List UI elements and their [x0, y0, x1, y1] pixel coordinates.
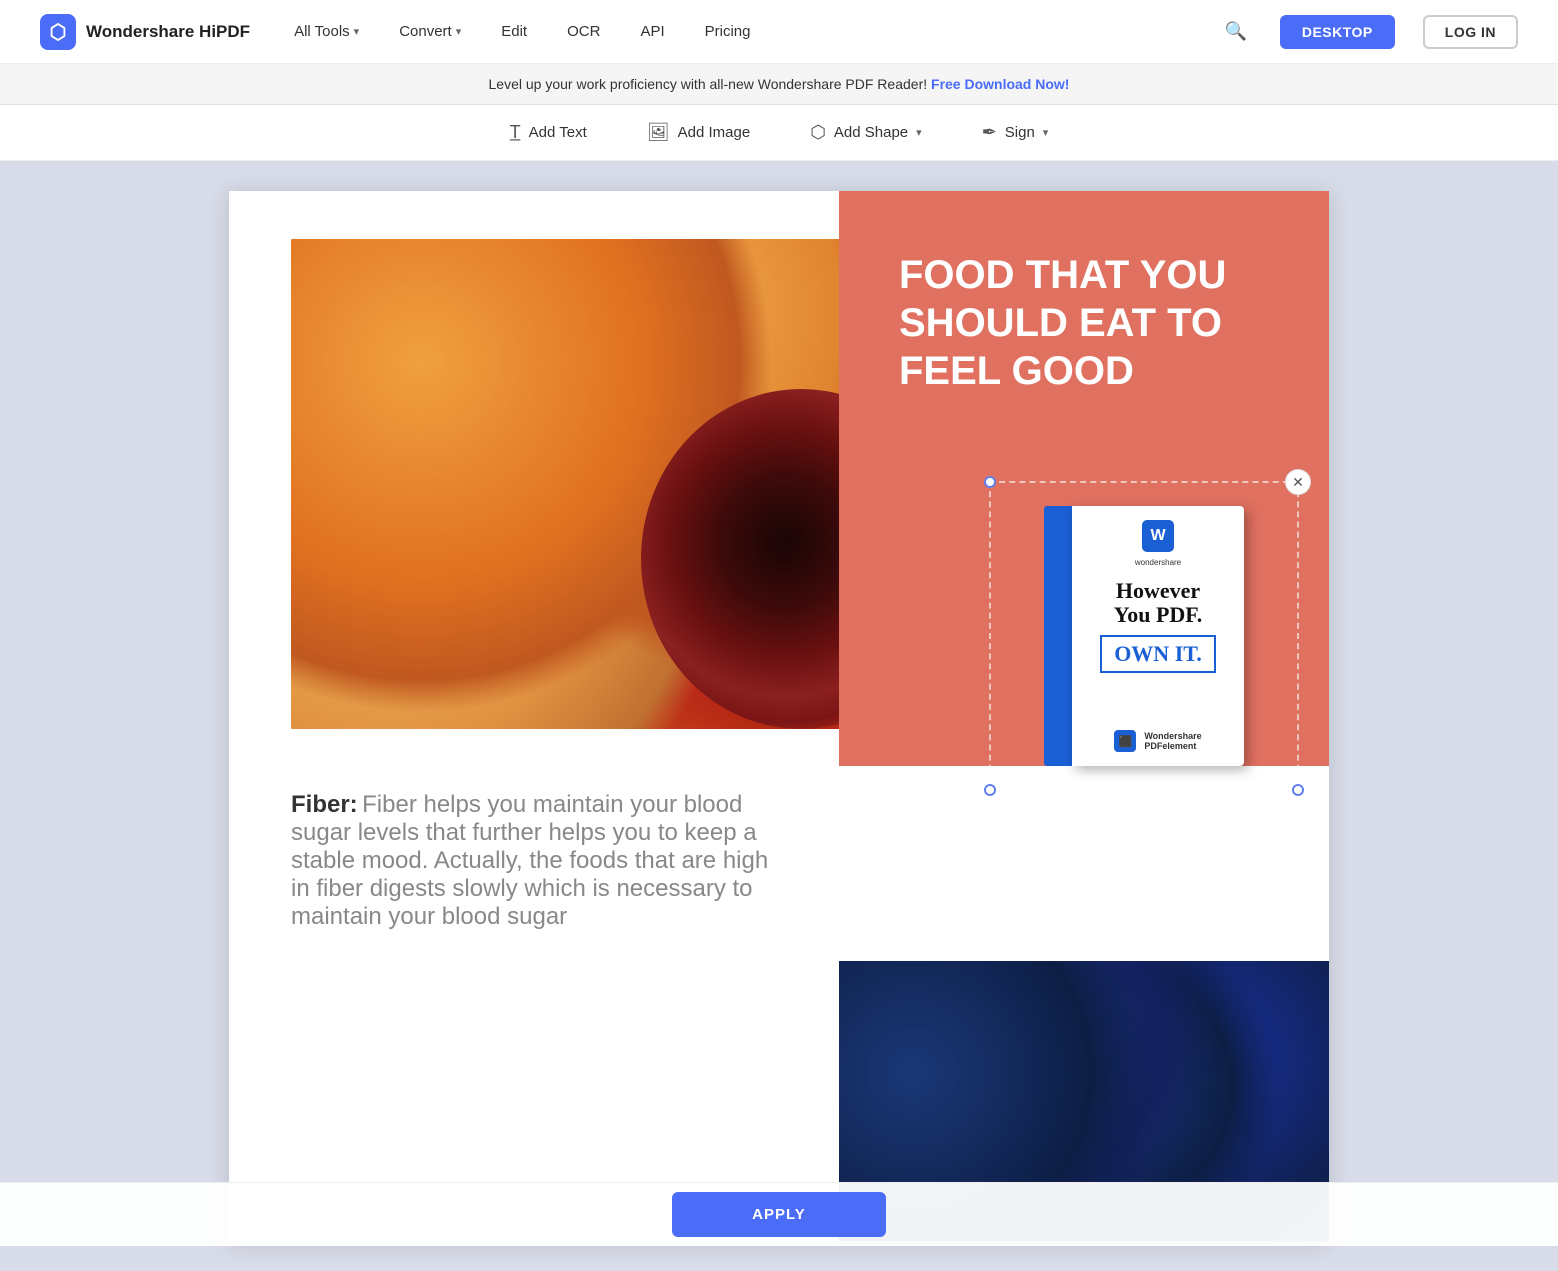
close-icon[interactable]: ✕ [1285, 469, 1311, 495]
add-text-label: Add Text [529, 124, 587, 141]
add-shape-button[interactable]: ⬡ Add Shape ▾ [800, 116, 931, 149]
product-book: W wondershare However You PDF. OWN IT. ⬛… [1044, 506, 1244, 766]
add-text-button[interactable]: T̲ Add Text [500, 116, 597, 149]
nav-ocr-label: OCR [567, 23, 600, 40]
fiber-paragraph: Fiber: Fiber helps you maintain your blo… [291, 791, 771, 931]
login-button[interactable]: LOG IN [1423, 15, 1518, 49]
resize-handle-tl[interactable] [984, 476, 996, 488]
sidebar-title: FOOD THAT YOU SHOULD EAT TO FEEL GOOD [899, 251, 1279, 395]
pdfelement-icon: ⬛ [1114, 730, 1136, 752]
image-icon: 🖼 [647, 122, 670, 143]
nav-edit-label: Edit [501, 23, 527, 40]
promo-banner: Level up your work proficiency with all-… [0, 64, 1558, 105]
nav-edit[interactable]: Edit [495, 19, 533, 44]
book-cover: W wondershare However You PDF. OWN IT. ⬛… [1072, 506, 1244, 766]
chevron-down-icon: ▾ [354, 25, 360, 38]
nav-all-tools-label: All Tools [294, 23, 350, 40]
nav-ocr[interactable]: OCR [561, 19, 606, 44]
shape-icon: ⬡ [810, 122, 826, 143]
nav-api-label: API [640, 23, 664, 40]
nav-all-tools[interactable]: All Tools ▾ [288, 19, 365, 44]
apply-bar: APPLY [0, 1182, 1558, 1246]
nav-api[interactable]: API [634, 19, 670, 44]
apply-button[interactable]: APPLY [672, 1192, 886, 1237]
text-icon: T̲ [510, 122, 521, 143]
book-brand: wondershare [1135, 558, 1181, 567]
logo-text: Wondershare HiPDF [86, 22, 250, 42]
chevron-down-icon: ▾ [456, 25, 462, 38]
banner-link[interactable]: Free Download Now! [931, 76, 1069, 92]
sign-icon: ✒ [982, 122, 997, 143]
nav-pricing[interactable]: Pricing [699, 19, 757, 44]
fiber-bold-label: Fiber: [291, 791, 358, 818]
resize-handle-bl[interactable] [984, 784, 996, 796]
fiber-body-text: Fiber helps you maintain your blood suga… [291, 791, 768, 930]
book-footer: ⬛ Wondershare PDFelement [1114, 730, 1201, 752]
content-area: FOOD THAT YOU SHOULD EAT TO FEEL GOOD ✕ … [0, 161, 1558, 1271]
desktop-button[interactable]: DESKTOP [1280, 15, 1395, 49]
fiber-text-block: Fiber: Fiber helps you maintain your blo… [291, 791, 771, 931]
chevron-down-icon: ▾ [1043, 126, 1049, 139]
pdf-page: FOOD THAT YOU SHOULD EAT TO FEEL GOOD ✕ … [229, 191, 1329, 1241]
book-footer-text: Wondershare PDFelement [1144, 731, 1201, 751]
sign-label: Sign [1005, 124, 1035, 141]
edit-toolbar: T̲ Add Text 🖼 Add Image ⬡ Add Shape ▾ ✒ … [0, 105, 1558, 161]
banner-text: Level up your work proficiency with all-… [489, 76, 928, 92]
book-title: However You PDF. [1114, 579, 1202, 627]
add-shape-label: Add Shape [834, 124, 908, 141]
logo[interactable]: Wondershare HiPDF [40, 14, 250, 50]
search-icon[interactable]: 🔍 [1220, 16, 1252, 48]
add-image-button[interactable]: 🖼 Add Image [637, 116, 760, 149]
book-own-label: OWN IT. [1100, 635, 1216, 673]
logo-icon [40, 14, 76, 50]
book-spine [1044, 506, 1072, 766]
nav-pricing-label: Pricing [705, 23, 751, 40]
nav-convert-label: Convert [399, 23, 452, 40]
book-logo-icon: W [1142, 520, 1174, 552]
logo-svg [47, 21, 69, 43]
product-box-container[interactable]: ✕ W wondershare However You PDF. OWN IT.… [989, 481, 1299, 791]
chevron-down-icon: ▾ [916, 126, 922, 139]
add-image-label: Add Image [678, 124, 751, 141]
navbar: Wondershare HiPDF All Tools ▾ Convert ▾ … [0, 0, 1558, 64]
sign-button[interactable]: ✒ Sign ▾ [972, 116, 1059, 149]
resize-handle-br[interactable] [1292, 784, 1304, 796]
nav-convert[interactable]: Convert ▾ [393, 19, 467, 44]
